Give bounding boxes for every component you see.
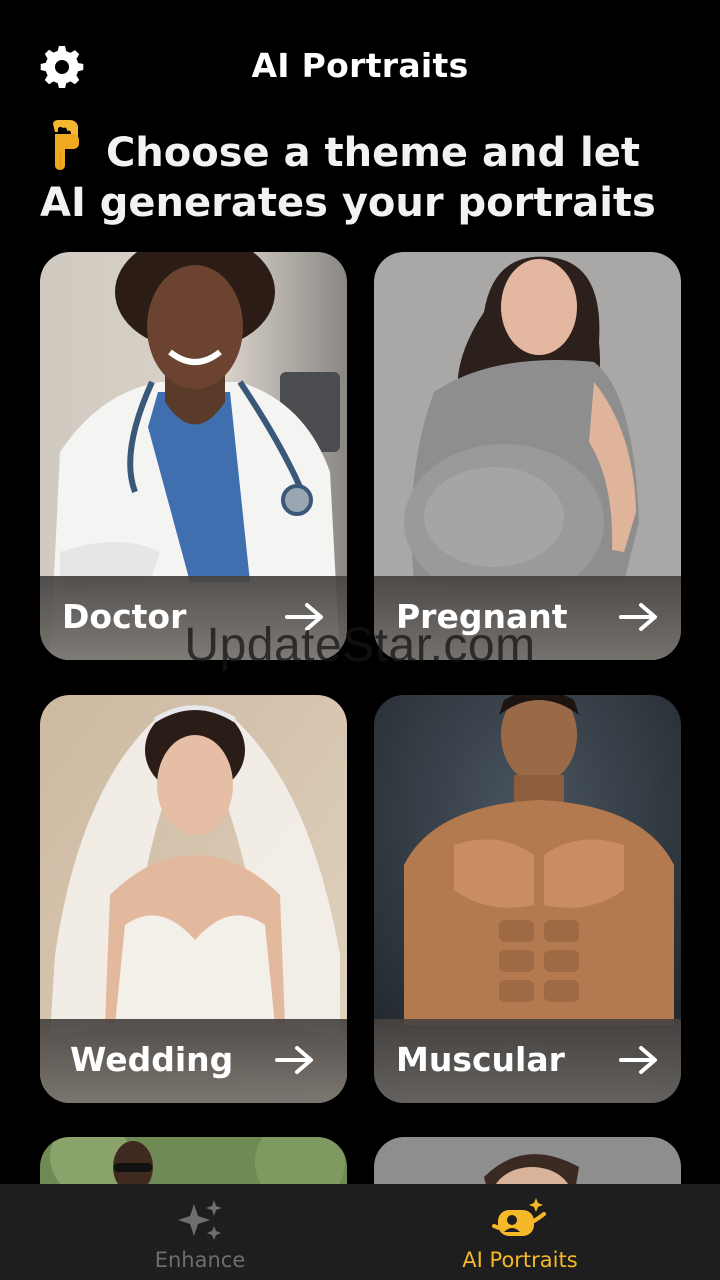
bottom-tab-bar: Enhance AI Portraits [0,1184,720,1280]
theme-card-wedding[interactable]: Wedding [40,695,347,1103]
arrow-right-icon [619,603,657,631]
arrow-right-icon [619,1046,657,1074]
theme-label: Muscular [396,1040,565,1079]
sparkles-icon [178,1200,222,1240]
theme-label: Pregnant [396,597,568,636]
theme-card-muscular[interactable]: Muscular [374,695,681,1103]
tab-enhance[interactable]: Enhance [20,1184,380,1280]
theme-grid: Doctor Pregnant Wedding Muscular [0,0,720,1280]
theme-card-doctor[interactable]: Doctor [40,252,347,660]
tab-label: Enhance [154,1248,246,1272]
arrow-right-icon [275,1046,313,1074]
tab-ai-portraits[interactable]: AI Portraits [340,1184,700,1280]
tab-label: AI Portraits [462,1248,578,1272]
arrow-right-icon [285,603,323,631]
theme-card-pregnant[interactable]: Pregnant [374,252,681,660]
theme-label: Doctor [62,597,187,636]
portrait-camera-icon [492,1198,546,1236]
theme-label: Wedding [70,1040,234,1079]
